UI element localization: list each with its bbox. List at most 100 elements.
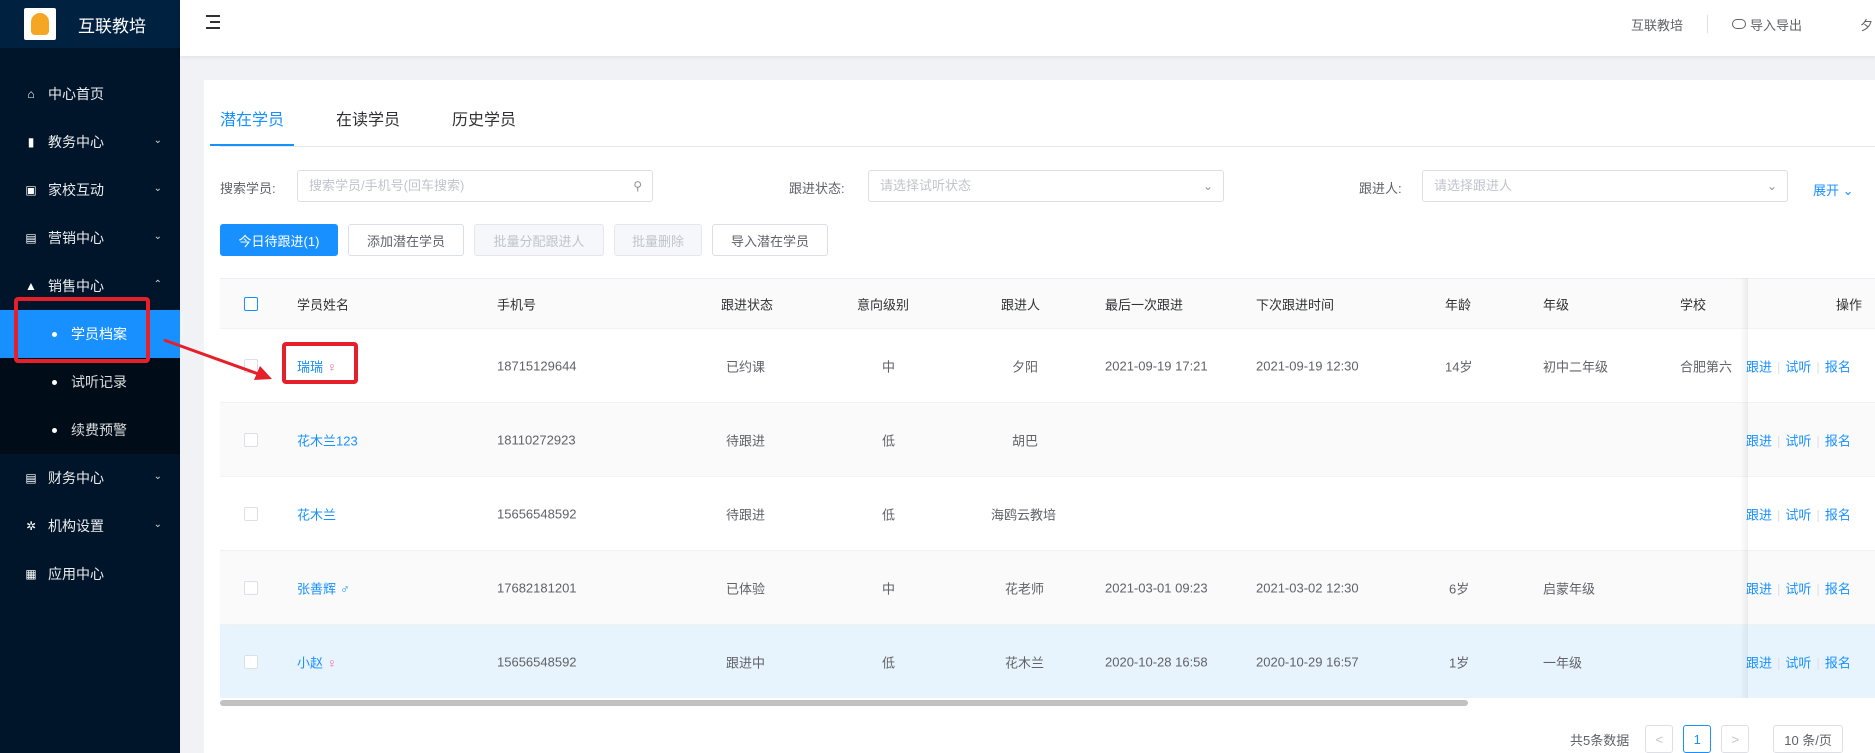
trial-link[interactable]: 试听 xyxy=(1785,359,1811,374)
annotation-box-name xyxy=(282,342,358,384)
sidebar-item-marketing[interactable]: ▤ 营销中心 ⌄ xyxy=(0,214,180,262)
menu-fold-icon[interactable] xyxy=(204,14,222,30)
sidebar-item-academic[interactable]: ▮ 教务中心 ⌄ xyxy=(0,118,180,166)
row-actions: 跟进 | 试听 | 报名 xyxy=(1746,507,1851,522)
page-size-label: 10 条/页 xyxy=(1784,732,1832,748)
th-follower: 跟进人 xyxy=(1001,297,1041,312)
search-icon[interactable]: ⚲ xyxy=(633,171,642,201)
page-1-button[interactable]: 1 xyxy=(1683,725,1712,753)
page-size-select[interactable]: 10 条/页 xyxy=(1773,725,1843,753)
enroll-link[interactable]: 报名 xyxy=(1825,433,1851,448)
trial-link[interactable]: 试听 xyxy=(1785,581,1811,596)
follower: 花木兰 xyxy=(1005,655,1045,670)
sidebar-item-finance[interactable]: ▤ 财务中心 ⌄ xyxy=(0,454,180,502)
th-next: 下次跟进时间 xyxy=(1256,297,1335,312)
follow-link[interactable]: 跟进 xyxy=(1746,581,1772,596)
follow-link[interactable]: 跟进 xyxy=(1746,433,1772,448)
user-name[interactable]: 夕 xyxy=(1860,15,1873,34)
tab-potential[interactable]: 潜在学员 xyxy=(210,106,295,146)
student-name-link[interactable]: 小赵 ♀ xyxy=(297,652,337,671)
row-checkbox[interactable] xyxy=(244,432,258,447)
sidebar-item-trial-records[interactable]: 试听记录 xyxy=(0,358,180,406)
enroll-link[interactable]: 报名 xyxy=(1825,507,1851,522)
wallet-icon: ▤ xyxy=(25,471,37,485)
sidebar-item-apps[interactable]: ▦ 应用中心 xyxy=(0,550,180,598)
batch-assign-button[interactable]: 批量分配跟进人 xyxy=(474,224,604,256)
today-follow-button[interactable]: 今日待跟进(1) xyxy=(220,224,338,256)
sidebar: 互联教培 ⌂ 中心首页 ▮ 教务中心 ⌄ ▣ 家校互动 ⌄ ▤ 营销中心 ⌄ ▲… xyxy=(0,0,180,753)
student-table: 学员姓名 手机号 跟进状态 意向级别 跟进人 最后一次跟进 下次跟进时间 年龄 … xyxy=(220,278,1875,698)
follow-link[interactable]: 跟进 xyxy=(1746,359,1772,374)
student-name-link[interactable]: 花木兰123 xyxy=(297,430,358,449)
chevron-down-icon: ⌄ xyxy=(153,231,162,242)
table-row: 瑞瑞 ♀ 18715129644 已约课 中 夕阳 2021-09-19 17:2… xyxy=(220,328,1875,402)
follower-select[interactable]: 请选择跟进人 ⌄ xyxy=(1422,170,1788,202)
table-row: 花木兰123 18110272923 待跟进 低 胡巴 跟进 | 试听 | 报名 xyxy=(220,402,1875,476)
brand-title: 互联教培 xyxy=(78,16,146,36)
enroll-link[interactable]: 报名 xyxy=(1825,359,1851,374)
brand[interactable]: 互联教培 xyxy=(0,0,180,48)
level: 低 xyxy=(882,433,896,448)
import-potential-button[interactable]: 导入潜在学员 xyxy=(712,224,828,256)
horizontal-scrollbar[interactable] xyxy=(220,700,1468,706)
table-row: 花木兰 15656548592 待跟进 低 海鸥云教培 跟进 | 试听 | 报名 xyxy=(220,476,1875,550)
follower: 夕阳 xyxy=(1012,359,1039,374)
row-checkbox[interactable] xyxy=(244,506,258,521)
batch-delete-button[interactable]: 批量删除 xyxy=(614,224,702,256)
student-name-link[interactable]: 花木兰 xyxy=(297,504,336,523)
expand-link[interactable]: 展开 ⌄ xyxy=(1813,180,1854,199)
male-icon: ♂ xyxy=(340,581,350,596)
row-checkbox[interactable] xyxy=(244,580,258,595)
th-name: 学员姓名 xyxy=(297,297,350,312)
last-follow: 2021-09-19 17:21 xyxy=(1105,358,1208,373)
sidebar-item-label: 应用中心 xyxy=(48,566,104,582)
grade: 一年级 xyxy=(1543,655,1583,670)
trial-link[interactable]: 试听 xyxy=(1785,655,1811,670)
chevron-down-icon: ⌄ xyxy=(153,183,162,194)
sidebar-item-home[interactable]: ⌂ 中心首页 xyxy=(0,70,180,118)
phone: 17682181201 xyxy=(497,580,577,595)
status-select[interactable]: 请选择试听状态 ⌄ xyxy=(868,170,1224,202)
grade: 初中二年级 xyxy=(1543,359,1609,374)
sidebar-item-label: 中心首页 xyxy=(48,86,104,102)
search-input[interactable]: 搜索学员/手机号(回车搜索) ⚲ xyxy=(297,170,653,202)
phone: 15656548592 xyxy=(497,506,577,521)
next-page-button[interactable]: > xyxy=(1721,725,1750,753)
female-icon: ♀ xyxy=(327,655,337,670)
header: 互联教培 导入导出 夕 xyxy=(180,0,1875,56)
follower-label: 跟进人: xyxy=(1359,181,1402,196)
dot-icon xyxy=(52,379,57,385)
th-ops: 操作 xyxy=(1836,297,1863,312)
tab-enrolled[interactable]: 在读学员 xyxy=(336,106,400,146)
fixed-column-shadow xyxy=(1740,278,1748,698)
table-row: 小赵 ♀ 15656548592 跟进中 低 花木兰 2020-10-28 16:… xyxy=(220,624,1875,698)
chevron-up-icon: ⌃ xyxy=(153,279,162,290)
dot-icon xyxy=(52,427,57,433)
follow-link[interactable]: 跟进 xyxy=(1746,655,1772,670)
sidebar-item-home-school[interactable]: ▣ 家校互动 ⌄ xyxy=(0,166,180,214)
follower: 海鸥云教培 xyxy=(991,507,1057,522)
sidebar-item-org-settings[interactable]: ✲ 机构设置 ⌄ xyxy=(0,502,180,550)
sidebar-item-renewal-alert[interactable]: 续费预警 xyxy=(0,406,180,454)
annotation-box-sidebar xyxy=(14,297,150,363)
row-checkbox[interactable] xyxy=(244,654,258,669)
select-all-checkbox[interactable] xyxy=(244,296,258,311)
import-export-link[interactable]: 导入导出 xyxy=(1750,15,1802,34)
th-last: 最后一次跟进 xyxy=(1105,297,1184,312)
student-tabs: 潜在学员 在读学员 历史学员 xyxy=(210,106,568,146)
trial-link[interactable]: 试听 xyxy=(1785,507,1811,522)
enroll-link[interactable]: 报名 xyxy=(1825,581,1851,596)
sidebar-item-label: 营销中心 xyxy=(48,230,104,246)
enroll-link[interactable]: 报名 xyxy=(1825,655,1851,670)
org-name[interactable]: 互联教培 xyxy=(1631,15,1683,34)
status: 待跟进 xyxy=(726,433,766,448)
sub-item-label: 续费预警 xyxy=(71,422,127,438)
student-name-link[interactable]: 张善辉 ♂ xyxy=(297,578,350,597)
tab-history[interactable]: 历史学员 xyxy=(452,106,516,146)
phone: 18110272923 xyxy=(497,432,576,447)
status: 已体验 xyxy=(726,581,766,596)
prev-page-button[interactable]: < xyxy=(1645,725,1674,753)
add-potential-button[interactable]: 添加潜在学员 xyxy=(348,224,464,256)
follow-link[interactable]: 跟进 xyxy=(1746,507,1772,522)
trial-link[interactable]: 试听 xyxy=(1785,433,1811,448)
